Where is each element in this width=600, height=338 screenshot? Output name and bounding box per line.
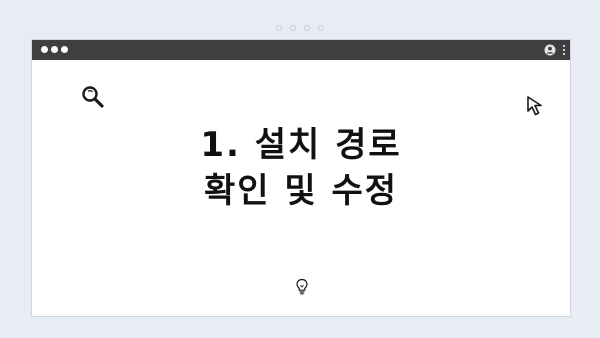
browser-window: 1. 설치 경로 확인 및 수정 — [31, 39, 571, 317]
window-titlebar — [32, 40, 570, 60]
window-control-dot[interactable] — [61, 46, 68, 53]
page-background: 1. 설치 경로 확인 및 수정 — [0, 0, 600, 338]
window-control-dot[interactable] — [41, 46, 48, 53]
top-pagination-dots — [276, 25, 324, 31]
pagination-dot — [304, 25, 310, 31]
title-line-2: 확인 및 수정 — [203, 171, 399, 211]
page-title: 1. 설치 경로 확인 및 수정 — [32, 122, 570, 214]
profile-icon[interactable] — [544, 44, 556, 56]
pagination-dot — [290, 25, 296, 31]
cursor-arrow-icon — [527, 96, 542, 116]
kebab-menu-icon[interactable] — [562, 44, 566, 56]
title-line-1: 1. 설치 경로 — [200, 125, 402, 165]
window-control-dot[interactable] — [51, 46, 58, 53]
pagination-dot — [318, 25, 324, 31]
pagination-dot — [276, 25, 282, 31]
lightbulb-icon — [296, 278, 308, 295]
search-icon — [82, 86, 104, 108]
